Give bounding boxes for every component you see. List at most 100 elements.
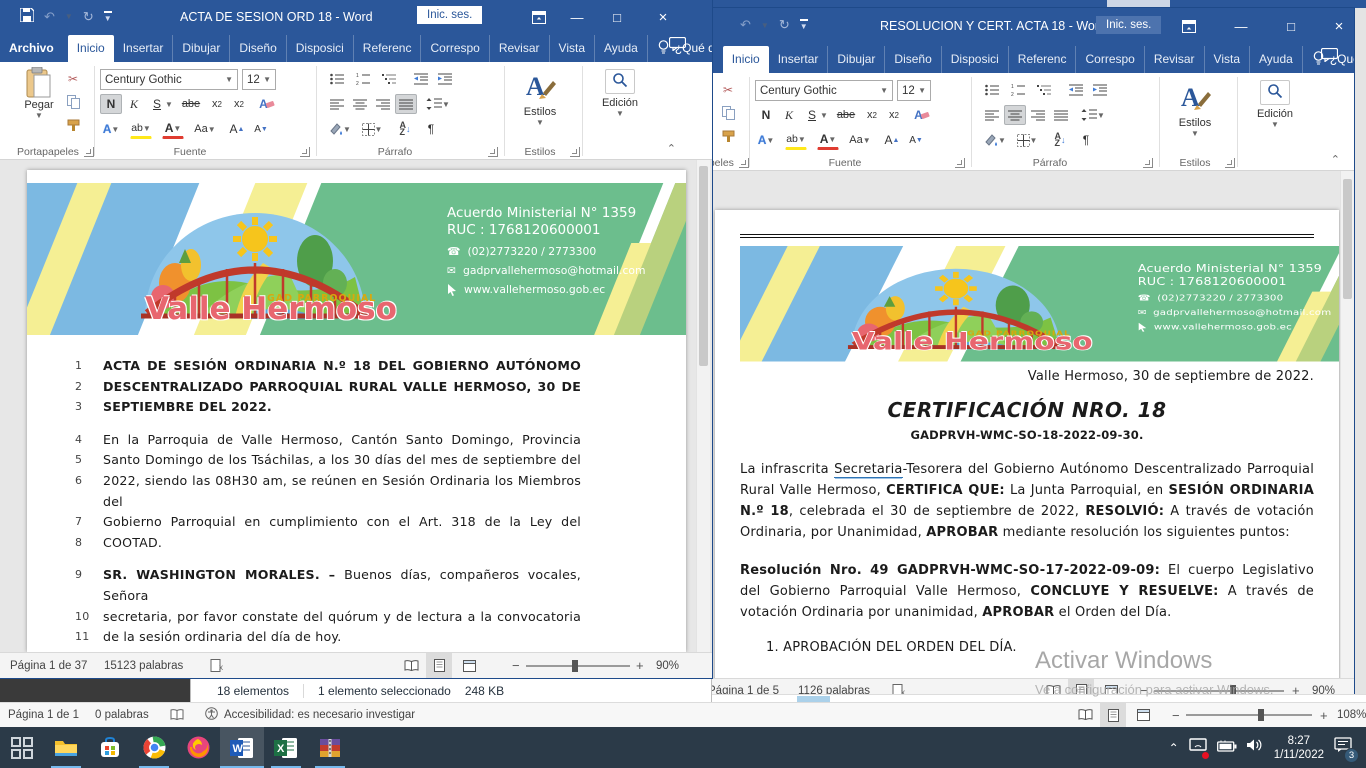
editing-button[interactable]: Edición ▼ <box>594 69 646 118</box>
clear-formatting-button[interactable]: A <box>256 94 278 114</box>
left-zoom-thumb[interactable] <box>572 660 578 672</box>
align-left-button[interactable] <box>326 94 348 114</box>
bg-zoom-slider[interactable] <box>1186 703 1312 727</box>
collapse-ribbon-icon[interactable]: ⌃ <box>1331 153 1340 166</box>
taskbar-explorer-icon[interactable] <box>44 727 88 768</box>
shrink-font-button[interactable]: A▼ <box>905 130 927 150</box>
paragraph-dialog-launcher[interactable] <box>1143 158 1153 168</box>
cut-button[interactable]: ✂ <box>717 80 739 100</box>
bg-word-count[interactable]: 0 palabras <box>95 703 149 727</box>
tab-inicio[interactable]: Inicio <box>68 35 114 62</box>
change-case-button[interactable]: Aa▼ <box>847 130 873 150</box>
tab-diseño[interactable]: Diseño <box>885 46 941 73</box>
justify-button[interactable] <box>1050 105 1072 125</box>
show-marks-button[interactable]: ¶ <box>420 119 442 139</box>
underline-options-arrow[interactable]: ▼ <box>818 105 830 125</box>
line-spacing-button[interactable]: ▼ <box>424 94 452 114</box>
paste-button[interactable]: Pegar ▼ <box>18 67 60 120</box>
align-center-button[interactable] <box>349 94 371 114</box>
bg-page-indicator[interactable]: Página 1 de 1 <box>8 703 79 727</box>
copy-button[interactable] <box>717 103 739 123</box>
bg-zoom-in-button[interactable]: + <box>1320 703 1328 727</box>
right-zoom-out-button[interactable]: − <box>1140 679 1148 694</box>
grow-font-button[interactable]: A▲ <box>881 130 903 150</box>
left-vscroll-thumb[interactable] <box>699 166 708 366</box>
remote-display-icon[interactable] <box>1189 738 1207 758</box>
bg-proofing-icon[interactable] <box>170 703 185 727</box>
notification-center-icon[interactable]: 3 <box>1334 737 1352 758</box>
subscript-button[interactable]: x2 <box>206 94 228 114</box>
tab-vista[interactable]: Vista <box>1205 46 1250 73</box>
tab-inicio[interactable]: Inicio <box>723 46 769 73</box>
italic-button[interactable]: K <box>123 94 145 114</box>
font-name-combo[interactable]: Century Gothic▼ <box>755 80 893 101</box>
justify-button[interactable] <box>395 94 417 114</box>
clipboard-dialog-launcher[interactable] <box>84 147 94 157</box>
decrease-indent-button[interactable] <box>1065 80 1087 100</box>
comment-icon[interactable] <box>1321 48 1338 67</box>
tab-vista[interactable]: Vista <box>550 35 595 62</box>
left-minimize-button[interactable]: — <box>562 5 592 29</box>
right-maximize-button[interactable]: □ <box>1276 14 1306 38</box>
left-proofing-icon[interactable]: x <box>210 653 225 678</box>
align-right-button[interactable] <box>1027 105 1049 125</box>
collapse-ribbon-icon[interactable]: ⌃ <box>667 142 676 155</box>
taskbar-word-icon[interactable]: W <box>220 727 264 768</box>
left-ribbon-options-button[interactable] <box>524 5 554 29</box>
styles-dialog-launcher[interactable] <box>1225 158 1235 168</box>
highlight-color-button[interactable]: ab▼ <box>130 119 152 139</box>
tab-ayuda[interactable]: Ayuda <box>1250 46 1303 73</box>
save-icon[interactable] <box>20 8 34 25</box>
left-zoom-in-button[interactable]: + <box>636 653 644 678</box>
bg-print-layout-button[interactable] <box>1100 703 1126 727</box>
multilevel-list-button[interactable] <box>1033 80 1055 100</box>
bg-accessibility-status[interactable]: Accesibilidad: es necesario investigar <box>205 703 415 727</box>
increase-indent-button[interactable] <box>1089 80 1111 100</box>
right-vscroll-thumb[interactable] <box>1343 179 1352 299</box>
redo-icon[interactable]: ↻ <box>779 17 790 33</box>
right-page-indicator[interactable]: Página 1 de 5 <box>708 679 779 694</box>
background-horizontal-scrollbar[interactable] <box>712 694 1366 702</box>
taskbar-firefox-icon[interactable] <box>176 727 220 768</box>
taskbar-winrar-icon[interactable] <box>308 727 352 768</box>
left-document-page[interactable]: Valle Hermoso GAD PARROQUIAL Acuerdo Min… <box>27 170 686 652</box>
left-word-count[interactable]: 15123 palabras <box>104 653 183 678</box>
left-read-mode-button[interactable] <box>398 653 424 678</box>
copy-button[interactable] <box>62 92 84 112</box>
align-left-button[interactable] <box>981 105 1003 125</box>
tab-revisar[interactable]: Revisar <box>490 35 550 62</box>
sort-button[interactable]: AZ↓ <box>392 119 418 139</box>
tab-revisar[interactable]: Revisar <box>1145 46 1205 73</box>
bold-button[interactable]: N <box>100 94 122 114</box>
left-zoom-slider[interactable] <box>526 653 630 678</box>
qat-customize-icon[interactable]: ▼ <box>104 11 112 23</box>
speaker-icon[interactable] <box>1247 738 1264 757</box>
left-print-layout-button[interactable] <box>426 653 452 678</box>
tray-chevron-icon[interactable]: ⌃ <box>1169 741 1179 755</box>
left-vertical-scrollbar[interactable] <box>696 160 710 652</box>
paragraph-dialog-launcher[interactable] <box>488 147 498 157</box>
redo-icon[interactable]: ↻ <box>83 9 94 25</box>
font-color-button[interactable]: A▼ <box>817 130 839 150</box>
right-minimize-button[interactable]: — <box>1226 14 1256 38</box>
borders-button[interactable]: ▼ <box>1013 130 1041 150</box>
right-titlebar[interactable]: ↶▼ ↻ ▼ RESOLUCION Y CERT. ACTA 18 - Word… <box>694 8 1354 45</box>
borders-button[interactable]: ▼ <box>358 119 386 139</box>
qat-customize-icon[interactable]: ▼ <box>800 19 808 31</box>
tray-clock[interactable]: 8:27 1/11/2022 <box>1274 734 1324 762</box>
highlight-color-button[interactable]: ab▼ <box>785 130 807 150</box>
tab-correspo[interactable]: Correspo <box>421 35 489 62</box>
right-word-count[interactable]: 1126 palabras <box>798 679 870 694</box>
clipboard-dialog-launcher[interactable] <box>739 158 749 168</box>
numbering-button[interactable]: 12 <box>352 69 374 89</box>
bg-read-mode-button[interactable] <box>1072 703 1098 727</box>
tab-referenc[interactable]: Referenc <box>354 35 422 62</box>
undo-icon[interactable]: ↶ <box>44 9 55 25</box>
tab-insertar[interactable]: Insertar <box>114 35 174 62</box>
styles-button[interactable]: A Estilos ▼ <box>516 69 564 127</box>
format-painter-button[interactable] <box>62 115 84 135</box>
sort-button[interactable]: AZ↓ <box>1047 130 1073 150</box>
font-size-combo[interactable]: 12▼ <box>242 69 276 90</box>
line-spacing-button[interactable]: ▼ <box>1079 105 1107 125</box>
tab-correspo[interactable]: Correspo <box>1076 46 1144 73</box>
